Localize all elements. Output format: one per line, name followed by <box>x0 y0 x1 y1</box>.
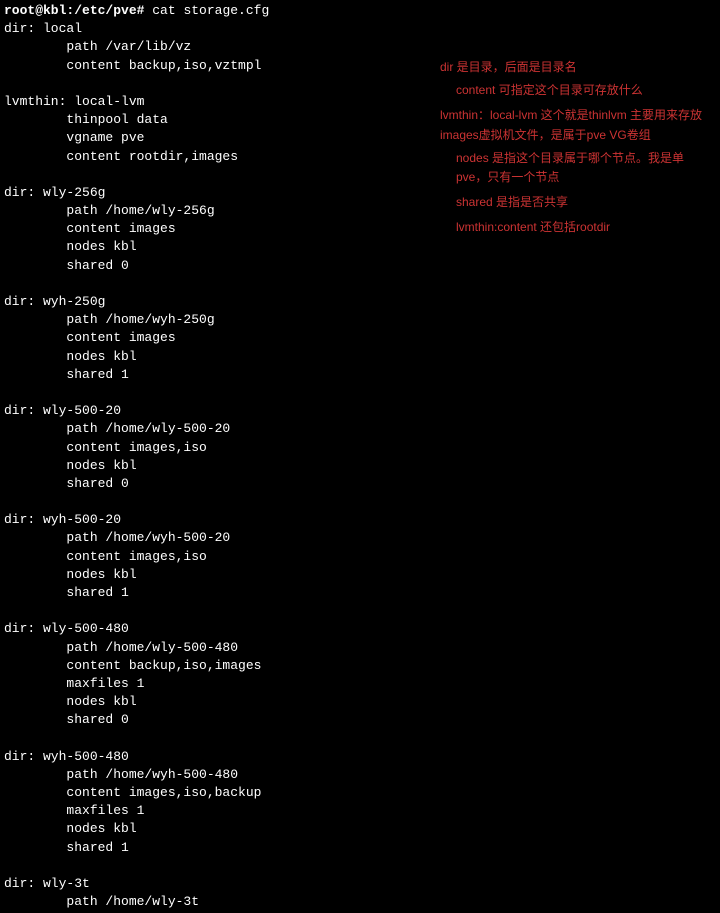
annotation-content: content 可指定这个目录可存放什么 <box>440 81 710 100</box>
annotation-dir: dir 是目录，后面是目录名 <box>440 58 710 77</box>
annotations-panel: dir 是目录，后面是目录名 content 可指定这个目录可存放什么 lvmt… <box>440 58 710 242</box>
annotation-shared: shared 是指是否共享 <box>440 193 710 212</box>
annotation-lvmthin: lvmthin：local-lvm 这个就是thinlvm 主要用来存放imag… <box>440 106 710 144</box>
shell-prompt: root@kbl:/etc/pve# <box>4 3 152 18</box>
annotation-nodes: nodes 是指这个目录属于哪个节点。我是单pve，只有一个节点 <box>440 149 710 187</box>
annotation-lvmthin-content: lvmthin:content 还包括rootdir <box>440 218 710 237</box>
